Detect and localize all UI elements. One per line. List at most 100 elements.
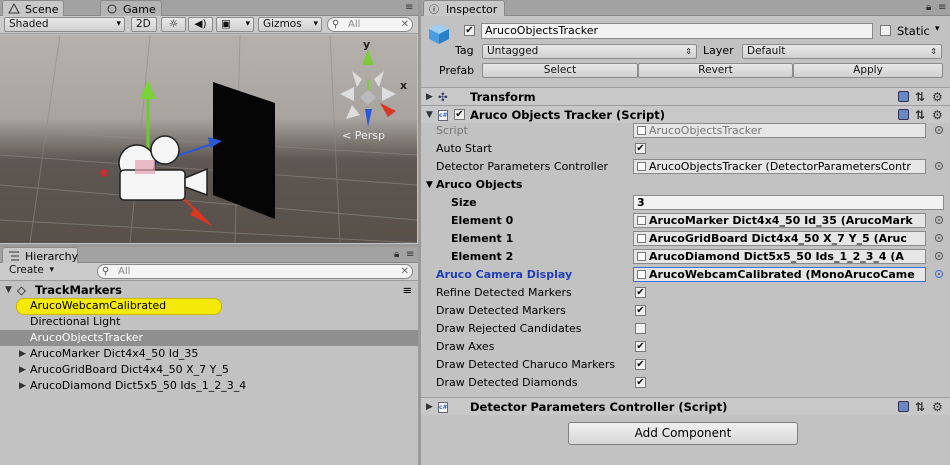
hierarchy-item[interactable]: Directional Light bbox=[0, 314, 418, 330]
component-section-header[interactable]: ▼ c# Aruco Objects Tracker (Script) ⇅ ⚙ bbox=[421, 105, 950, 123]
axis-x-label: x bbox=[400, 79, 407, 92]
audio-toggle-icon[interactable]: ◀) bbox=[188, 17, 213, 32]
panel-menu-icon[interactable]: ≡ bbox=[405, 2, 413, 13]
scene-root-row[interactable]: ▼ ◇ TrackMarkers ≡ bbox=[0, 282, 418, 298]
tab-scene[interactable]: Scene bbox=[2, 0, 64, 16]
panel-splitter[interactable] bbox=[418, 0, 421, 465]
hierarchy-item[interactable]: ArucoWebcamCalibrated bbox=[0, 298, 418, 315]
object-picker-icon[interactable] bbox=[935, 270, 943, 278]
collapse-arrow-icon[interactable]: ▼ bbox=[426, 176, 433, 194]
expand-arrow-icon[interactable]: ▶ bbox=[19, 362, 26, 378]
size-input[interactable]: 3 bbox=[633, 195, 944, 210]
prefab-revert-button[interactable]: Revert bbox=[638, 63, 793, 78]
hierarchy-item-selected[interactable]: ArucoObjectsTracker bbox=[0, 330, 418, 346]
layer-dropdown[interactable]: Default ⇕ bbox=[742, 44, 942, 59]
panel-splitter-horizontal[interactable] bbox=[0, 244, 418, 247]
size-label: Size bbox=[451, 196, 477, 209]
option-label: Draw Rejected Candidates bbox=[436, 322, 582, 335]
hierarchy-item-label: ArucoMarker Dict4x4_50 Id_35 bbox=[30, 347, 199, 360]
object-picker-icon[interactable] bbox=[935, 216, 943, 224]
preset-icon[interactable]: ⇅ bbox=[915, 88, 925, 106]
element1-field[interactable]: ArucoGridBoard Dict4x4_50 X_7 Y_5 (Aruc bbox=[633, 231, 926, 246]
aruco-objects-label: Aruco Objects bbox=[436, 178, 523, 191]
static-checkbox[interactable] bbox=[880, 25, 891, 36]
plane-object[interactable] bbox=[213, 82, 275, 219]
hierarchy-icon bbox=[9, 251, 19, 261]
tab-game[interactable]: Game bbox=[100, 0, 162, 16]
object-picker-icon[interactable] bbox=[935, 234, 943, 242]
object-name-input[interactable]: ArucoObjectsTracker bbox=[481, 23, 873, 39]
draw-rejected-checkbox[interactable] bbox=[635, 323, 646, 334]
game-icon bbox=[107, 4, 117, 14]
prefab-select-button[interactable]: Select bbox=[482, 63, 638, 78]
lighting-toggle-icon[interactable]: ☼ bbox=[161, 17, 186, 32]
inspector-panel: ⓘ Inspector 🔒︎ ≡ ArucoObjectsTracker Sta… bbox=[421, 0, 950, 465]
aruco-objects-row[interactable]: ▼ Aruco Objects bbox=[421, 176, 950, 194]
gizmos-dropdown[interactable]: Gizmos bbox=[258, 17, 322, 32]
auto-start-checkbox[interactable] bbox=[635, 143, 646, 154]
create-dropdown[interactable]: Create bbox=[5, 264, 57, 279]
camera-display-field[interactable]: ArucoWebcamCalibrated (MonoArucoCame bbox=[633, 267, 926, 282]
gear-icon[interactable]: ⚙ bbox=[932, 88, 943, 106]
scene-viewport[interactable]: y x < Persp bbox=[0, 35, 417, 243]
camera-gizmo-icon[interactable] bbox=[100, 135, 208, 201]
component-enabled-checkbox[interactable] bbox=[454, 109, 465, 120]
collapse-arrow-icon[interactable]: ▼ bbox=[5, 282, 12, 298]
add-component-button[interactable]: Add Component bbox=[568, 422, 798, 445]
gear-icon[interactable]: ⚙ bbox=[932, 398, 943, 416]
draw-markers-checkbox[interactable] bbox=[635, 305, 646, 316]
draw-diamonds-checkbox[interactable] bbox=[635, 377, 646, 388]
draw-axes-checkbox[interactable] bbox=[635, 341, 646, 352]
y-axis-arrow-icon[interactable] bbox=[140, 80, 156, 99]
expand-arrow-icon[interactable]: ▶ bbox=[19, 378, 26, 394]
hierarchy-item[interactable]: ▶ ArucoGridBoard Dict4x4_50 X_7 Y_5 bbox=[0, 362, 418, 378]
draw-charuco-checkbox[interactable] bbox=[635, 359, 646, 370]
expand-arrow-icon[interactable]: ▶ bbox=[426, 88, 433, 106]
tab-inspector[interactable]: ⓘ Inspector bbox=[423, 0, 505, 16]
element0-field[interactable]: ArucoMarker Dict4x4_50 Id_35 (ArucoMark bbox=[633, 213, 926, 228]
expand-arrow-icon[interactable]: ▶ bbox=[19, 346, 26, 362]
inspector-lock-icon[interactable]: 🔒︎ bbox=[926, 2, 931, 13]
hierarchy-lock-icon[interactable]: 🔒︎ bbox=[394, 249, 399, 260]
help-book-icon[interactable] bbox=[898, 109, 909, 120]
detector-params-field[interactable]: ArucoObjectsTracker (DetectorParametersC… bbox=[633, 159, 926, 174]
preset-icon[interactable]: ⇅ bbox=[915, 398, 925, 416]
hierarchy-search-placeholder: All bbox=[118, 266, 131, 277]
scene-search-input[interactable]: ⚲ All ✕ bbox=[327, 17, 413, 32]
hierarchy-menu-icon[interactable]: ≡ bbox=[406, 249, 414, 260]
auto-start-row: Auto Start bbox=[421, 140, 950, 158]
detector-params-value: ArucoObjectsTracker (DetectorParametersC… bbox=[649, 160, 911, 173]
expand-arrow-icon[interactable]: ▶ bbox=[426, 398, 433, 416]
object-picker-icon[interactable] bbox=[935, 252, 943, 260]
inspector-menu-icon[interactable]: ≡ bbox=[938, 2, 946, 13]
static-dropdown-icon[interactable]: ▾ bbox=[935, 24, 940, 34]
option-label: Draw Detected Diamonds bbox=[436, 376, 578, 389]
element-row: Element 2 ArucoDiamond Dict5x5_50 Ids_1_… bbox=[421, 248, 950, 266]
scene-menu-icon[interactable]: ≡ bbox=[402, 282, 412, 298]
element2-field[interactable]: ArucoDiamond Dict5x5_50 Ids_1_2_3_4 (A bbox=[633, 249, 926, 264]
active-checkbox[interactable] bbox=[464, 25, 475, 36]
clear-search-icon[interactable]: ✕ bbox=[401, 265, 409, 278]
clear-search-icon[interactable]: ✕ bbox=[401, 18, 409, 31]
hierarchy-search-input[interactable]: ⚲ All ✕ bbox=[97, 264, 413, 279]
scene-search-placeholder: All bbox=[348, 19, 361, 30]
object-picker-icon[interactable] bbox=[935, 162, 943, 170]
shading-dropdown[interactable]: Shaded bbox=[4, 17, 125, 32]
help-book-icon[interactable] bbox=[898, 401, 909, 412]
hierarchy-item[interactable]: ▶ ArucoMarker Dict4x4_50 Id_35 bbox=[0, 346, 418, 362]
help-book-icon[interactable] bbox=[898, 91, 909, 102]
tag-dropdown[interactable]: Untagged ⇕ bbox=[482, 44, 697, 59]
prefab-apply-button[interactable]: Apply bbox=[793, 63, 943, 78]
effects-dropdown-icon[interactable]: ▣ bbox=[216, 17, 254, 32]
orientation-gizmo[interactable] bbox=[340, 49, 396, 127]
tab-hierarchy[interactable]: Hierarchy bbox=[2, 247, 78, 263]
x-axis-arrow-icon[interactable] bbox=[190, 207, 213, 227]
hierarchy-item[interactable]: ▶ ArucoDiamond Dict5x5_50 Ids_1_2_3_4 bbox=[0, 378, 418, 394]
gameobject-cube-icon bbox=[429, 24, 449, 44]
refine-markers-checkbox[interactable] bbox=[635, 287, 646, 298]
mode-2d-button[interactable]: 2D bbox=[131, 17, 157, 32]
detector-section-header[interactable]: ▶ c# Detector Parameters Controller (Scr… bbox=[421, 397, 950, 415]
transform-section-header[interactable]: ▶ ✣ Transform ⇅ ⚙ bbox=[421, 87, 950, 105]
detector-params-row: Detector Parameters Controller ArucoObje… bbox=[421, 158, 950, 176]
projection-label[interactable]: < Persp bbox=[342, 129, 385, 142]
